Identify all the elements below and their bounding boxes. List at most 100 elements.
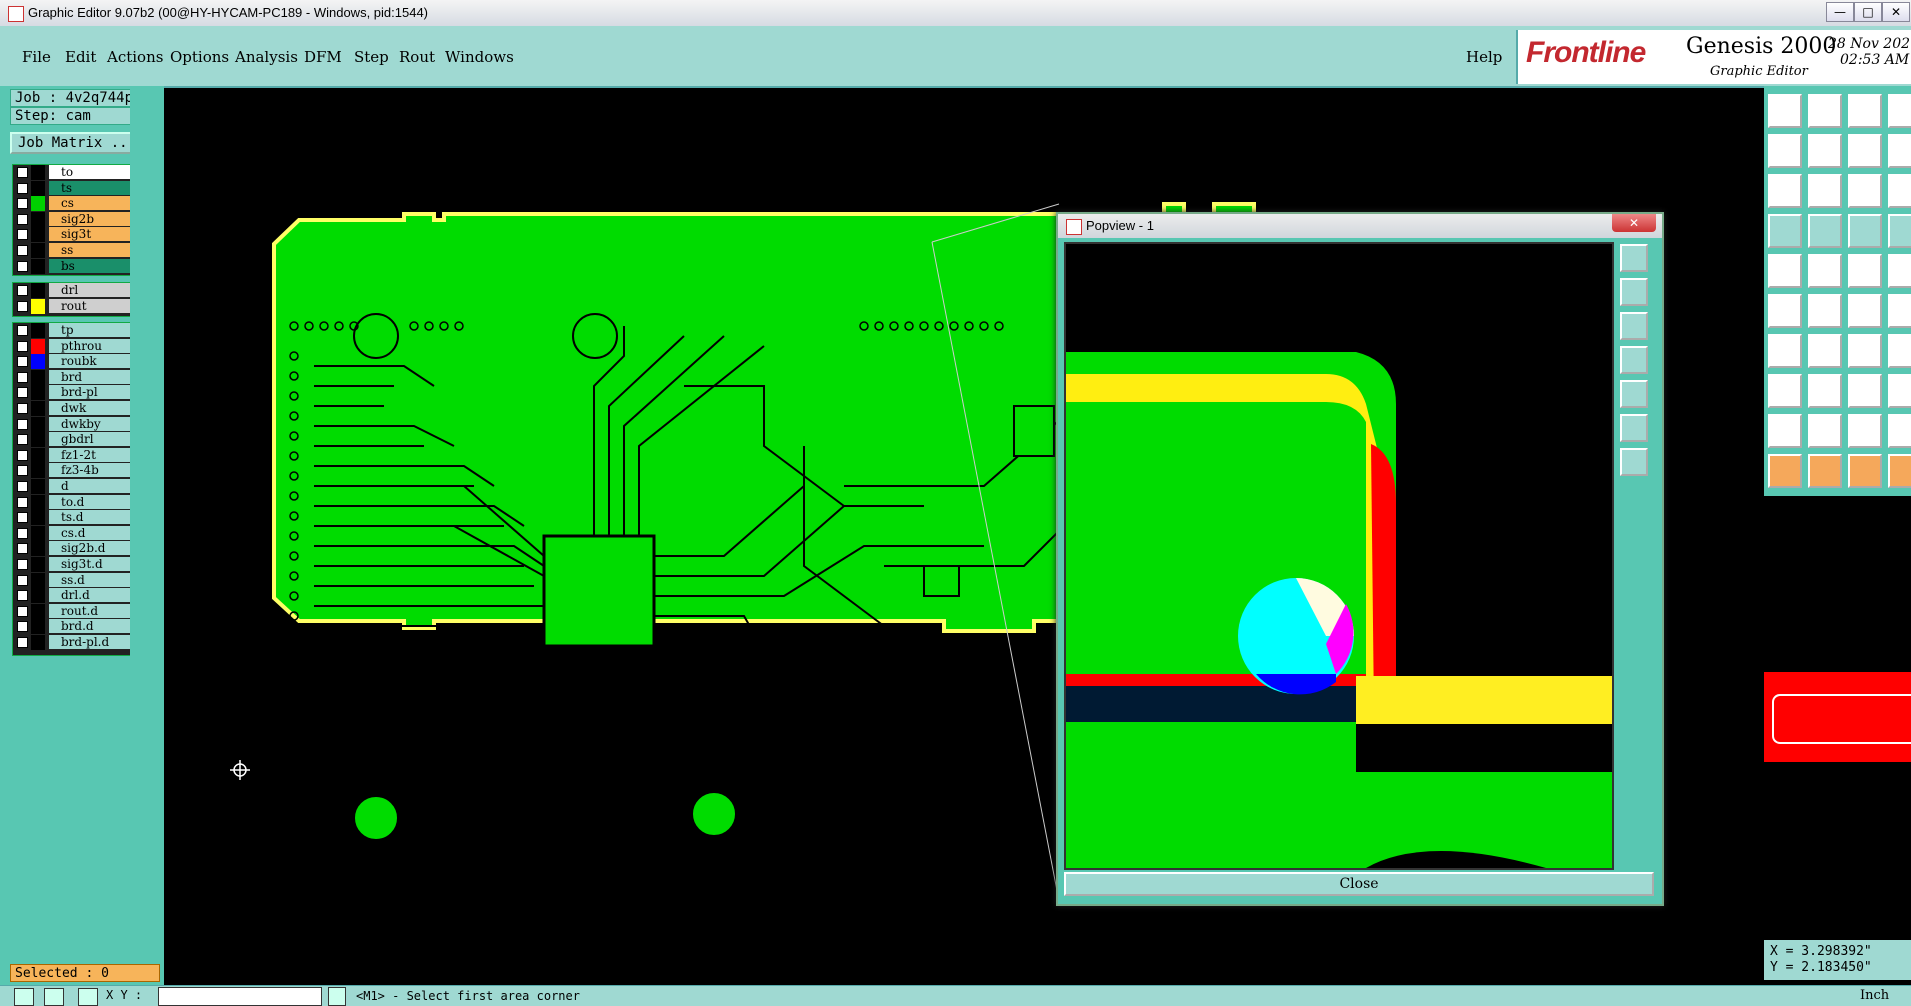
layer-checkbox[interactable] bbox=[17, 167, 28, 178]
pointer-2-icon[interactable] bbox=[1808, 454, 1842, 488]
layer-row-rout.d[interactable]: rout.d bbox=[13, 603, 133, 619]
layer-name[interactable]: to.d bbox=[49, 494, 131, 509]
layer-name[interactable]: sig3t bbox=[49, 227, 131, 242]
layer-row-ts.d[interactable]: ts.d bbox=[13, 510, 133, 526]
layer-row-dwkby[interactable]: dwkby bbox=[13, 416, 133, 432]
layer-name[interactable]: dwkby bbox=[49, 416, 131, 431]
grid-icon[interactable] bbox=[1888, 134, 1911, 168]
popview-zoom-in-icon[interactable] bbox=[1620, 414, 1648, 442]
measure-icon[interactable] bbox=[1768, 214, 1802, 248]
layer-color-swatch[interactable] bbox=[31, 479, 45, 494]
layer-row-drl[interactable]: drl bbox=[13, 283, 133, 298]
text-add-icon[interactable] bbox=[1848, 254, 1882, 288]
route-icon[interactable] bbox=[1888, 294, 1911, 328]
tool-grid-icon[interactable] bbox=[78, 988, 98, 1006]
pan-right-icon[interactable] bbox=[1808, 134, 1842, 168]
layer-checkbox[interactable] bbox=[17, 245, 28, 256]
layer-checkbox[interactable] bbox=[17, 496, 28, 508]
layer-row-sig2b[interactable]: sig2b bbox=[13, 211, 133, 227]
pan-left-icon[interactable] bbox=[1768, 134, 1802, 168]
layer-row-rout[interactable]: rout bbox=[13, 298, 133, 314]
menu-file[interactable]: File bbox=[22, 48, 51, 66]
layer-name[interactable]: brd bbox=[49, 369, 131, 384]
copy-icon[interactable] bbox=[1888, 374, 1911, 408]
layer-color-swatch[interactable] bbox=[31, 298, 45, 314]
cross-icon[interactable] bbox=[1808, 294, 1842, 328]
layer-row-brd-pl[interactable]: brd-pl bbox=[13, 385, 133, 401]
one-to-one-icon[interactable] bbox=[1848, 174, 1882, 208]
menu-analysis[interactable]: Analysis bbox=[235, 48, 298, 66]
menu-rout[interactable]: Rout bbox=[399, 48, 435, 66]
snap-icon[interactable] bbox=[1888, 174, 1911, 208]
layer-color-swatch[interactable] bbox=[31, 283, 45, 298]
layer-color-swatch[interactable] bbox=[31, 196, 45, 212]
layer-row-brd-pl.d[interactable]: brd-pl.d bbox=[13, 635, 133, 650]
circle-add-icon[interactable] bbox=[1888, 254, 1911, 288]
popview-down-icon[interactable] bbox=[1620, 312, 1648, 340]
net-connect-icon[interactable] bbox=[1768, 294, 1802, 328]
layer-name[interactable]: drl bbox=[49, 283, 131, 297]
layer-name[interactable]: ts.d bbox=[49, 510, 131, 525]
layer-color-swatch[interactable] bbox=[31, 243, 45, 258]
layer-row-gbdrl[interactable]: gbdrl bbox=[13, 432, 133, 448]
menu-dfm[interactable]: DFM bbox=[304, 48, 342, 66]
fit-screen-icon[interactable] bbox=[1768, 174, 1802, 208]
pointer-4-icon[interactable] bbox=[1888, 454, 1911, 488]
popview-right-icon[interactable] bbox=[1620, 380, 1648, 408]
menu-windows[interactable]: Windows bbox=[445, 48, 514, 66]
layer-checkbox[interactable] bbox=[17, 449, 28, 461]
pad-add-icon[interactable] bbox=[1768, 254, 1802, 288]
layer-color-swatch[interactable] bbox=[31, 510, 45, 526]
layer-row-ss.d[interactable]: ss.d bbox=[13, 572, 133, 588]
zoom-home-icon[interactable] bbox=[1768, 94, 1802, 128]
layer-name[interactable]: ss.d bbox=[49, 572, 131, 587]
home-icon[interactable] bbox=[1848, 94, 1882, 128]
layer-color-swatch[interactable] bbox=[31, 211, 45, 227]
layer-name[interactable]: roubk bbox=[49, 354, 131, 369]
layer-color-swatch[interactable] bbox=[31, 572, 45, 588]
layer-color-swatch[interactable] bbox=[31, 323, 45, 338]
layer-color-swatch[interactable] bbox=[31, 401, 45, 416]
triangle-2-icon[interactable] bbox=[1808, 414, 1842, 448]
tool-select-icon[interactable] bbox=[14, 988, 34, 1006]
layer-color-swatch[interactable] bbox=[31, 165, 45, 180]
zoom-fit-icon[interactable] bbox=[1808, 94, 1842, 128]
layer-checkbox[interactable] bbox=[17, 527, 28, 539]
layer-checkbox[interactable] bbox=[17, 198, 28, 210]
layer-checkbox[interactable] bbox=[17, 229, 28, 241]
layer-row-dwk[interactable]: dwk bbox=[13, 401, 133, 416]
layer-checkbox[interactable] bbox=[17, 418, 28, 430]
layer-checkbox[interactable] bbox=[17, 621, 28, 633]
line-red-icon[interactable] bbox=[1768, 334, 1802, 368]
layer-color-swatch[interactable] bbox=[31, 416, 45, 432]
popview-left-icon[interactable] bbox=[1620, 346, 1648, 374]
popview-close-button[interactable]: Close bbox=[1064, 872, 1654, 896]
layer-row-to.d[interactable]: to.d bbox=[13, 494, 133, 510]
layer-name[interactable]: tp bbox=[49, 323, 131, 337]
layer-color-swatch[interactable] bbox=[31, 180, 45, 196]
net-highlight-icon[interactable] bbox=[1848, 214, 1882, 248]
layer-checkbox[interactable] bbox=[17, 434, 28, 446]
layer-checkbox[interactable] bbox=[17, 590, 28, 602]
layer-checkbox[interactable] bbox=[17, 574, 28, 586]
line-blue-icon[interactable] bbox=[1808, 334, 1842, 368]
layer-row-sig3t[interactable]: sig3t bbox=[13, 227, 133, 243]
layer-color-swatch[interactable] bbox=[31, 447, 45, 463]
layer-color-swatch[interactable] bbox=[31, 369, 45, 385]
layer-checkbox[interactable] bbox=[17, 559, 28, 570]
layer-color-swatch[interactable] bbox=[31, 619, 45, 635]
layer-color-swatch[interactable] bbox=[31, 494, 45, 510]
layer-row-fz3-4b[interactable]: fz3-4b bbox=[13, 463, 133, 479]
maximize-button[interactable]: □ bbox=[1854, 2, 1882, 22]
layer-name[interactable]: drl.d bbox=[49, 588, 131, 603]
layer-checkbox[interactable] bbox=[17, 387, 28, 399]
layer-checkbox[interactable] bbox=[17, 356, 28, 368]
layer-color-swatch[interactable] bbox=[31, 635, 45, 650]
layer-checkbox[interactable] bbox=[17, 637, 28, 648]
layer-name[interactable]: to bbox=[49, 165, 131, 179]
layer-row-bs[interactable]: bs bbox=[13, 258, 133, 274]
layer-row-cs[interactable]: cs bbox=[13, 196, 133, 212]
layer-row-cs.d[interactable]: cs.d bbox=[13, 525, 133, 541]
layer-name[interactable]: dwk bbox=[49, 401, 131, 415]
layer-color-swatch[interactable] bbox=[31, 385, 45, 401]
